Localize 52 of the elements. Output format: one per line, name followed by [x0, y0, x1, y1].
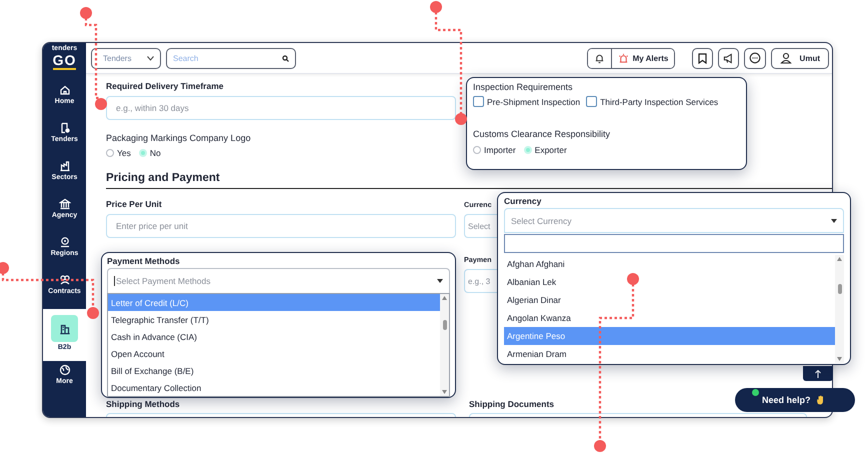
chat-icon [749, 52, 762, 64]
checkbox-option[interactable]: Third-Party Inspection Services [586, 96, 718, 107]
help-button[interactable]: Need help? [735, 388, 855, 412]
logo-mark: GO [52, 53, 76, 70]
nav-icon [58, 236, 70, 248]
building-icon [51, 315, 78, 342]
caret-icon [437, 279, 443, 283]
announcement-button[interactable] [718, 48, 740, 68]
caret-icon [831, 218, 837, 222]
field-label: Currency [504, 196, 542, 206]
chevron-down-icon [147, 56, 154, 60]
scroll-down-icon[interactable] [837, 357, 842, 361]
megaphone-icon [723, 52, 734, 64]
bookmark-icon [698, 52, 708, 64]
section-title: Pricing and Payment [106, 172, 832, 189]
radio-option[interactable]: Yes [106, 148, 131, 158]
radio-option[interactable]: Exporter [524, 145, 567, 155]
panel-title: Inspection Requirements [473, 82, 574, 92]
category-select[interactable]: Tenders [91, 48, 161, 68]
scroll-down-icon[interactable] [442, 390, 447, 394]
scrollbar[interactable] [835, 255, 844, 363]
panel-title: Customs Clearance Responsibility [473, 129, 612, 139]
nav-icon [58, 364, 70, 376]
field-label: Price Per Unit [106, 199, 163, 209]
bookmark-button[interactable] [692, 48, 714, 68]
nav-icon [58, 274, 70, 286]
scroll-top-button[interactable] [803, 366, 833, 381]
user-button[interactable]: Umut [771, 48, 829, 68]
scroll-up-icon[interactable] [442, 296, 447, 300]
field-label: Shipping Methods [106, 399, 180, 409]
up-arrow-icon [815, 370, 821, 378]
nav-icon [58, 160, 70, 172]
radio-option[interactable]: Importer [473, 145, 516, 155]
search-field[interactable] [504, 234, 844, 253]
radio-option[interactable]: No [138, 148, 161, 158]
hand-icon [816, 395, 825, 405]
field-label: Required Delivery Timeframe [106, 81, 224, 91]
field-label: Shipping Documents [469, 399, 554, 409]
alerts-button[interactable]: My Alerts [610, 48, 674, 68]
nav-icon [58, 198, 70, 210]
user-icon [780, 52, 792, 64]
alarm-icon [618, 52, 629, 64]
nav-icon [58, 84, 70, 96]
scroll-up-icon[interactable] [837, 257, 842, 261]
bell-icon [594, 52, 605, 64]
nav-icon [58, 122, 70, 134]
scrollbar[interactable] [440, 294, 449, 396]
field-label: Payment Methods [107, 256, 181, 266]
field-label: Packaging Markings Company Logo [106, 133, 252, 143]
search-icon [282, 54, 289, 62]
checkbox-option[interactable]: Pre-Shipment Inspection [473, 96, 580, 107]
chat-button[interactable] [744, 48, 766, 68]
